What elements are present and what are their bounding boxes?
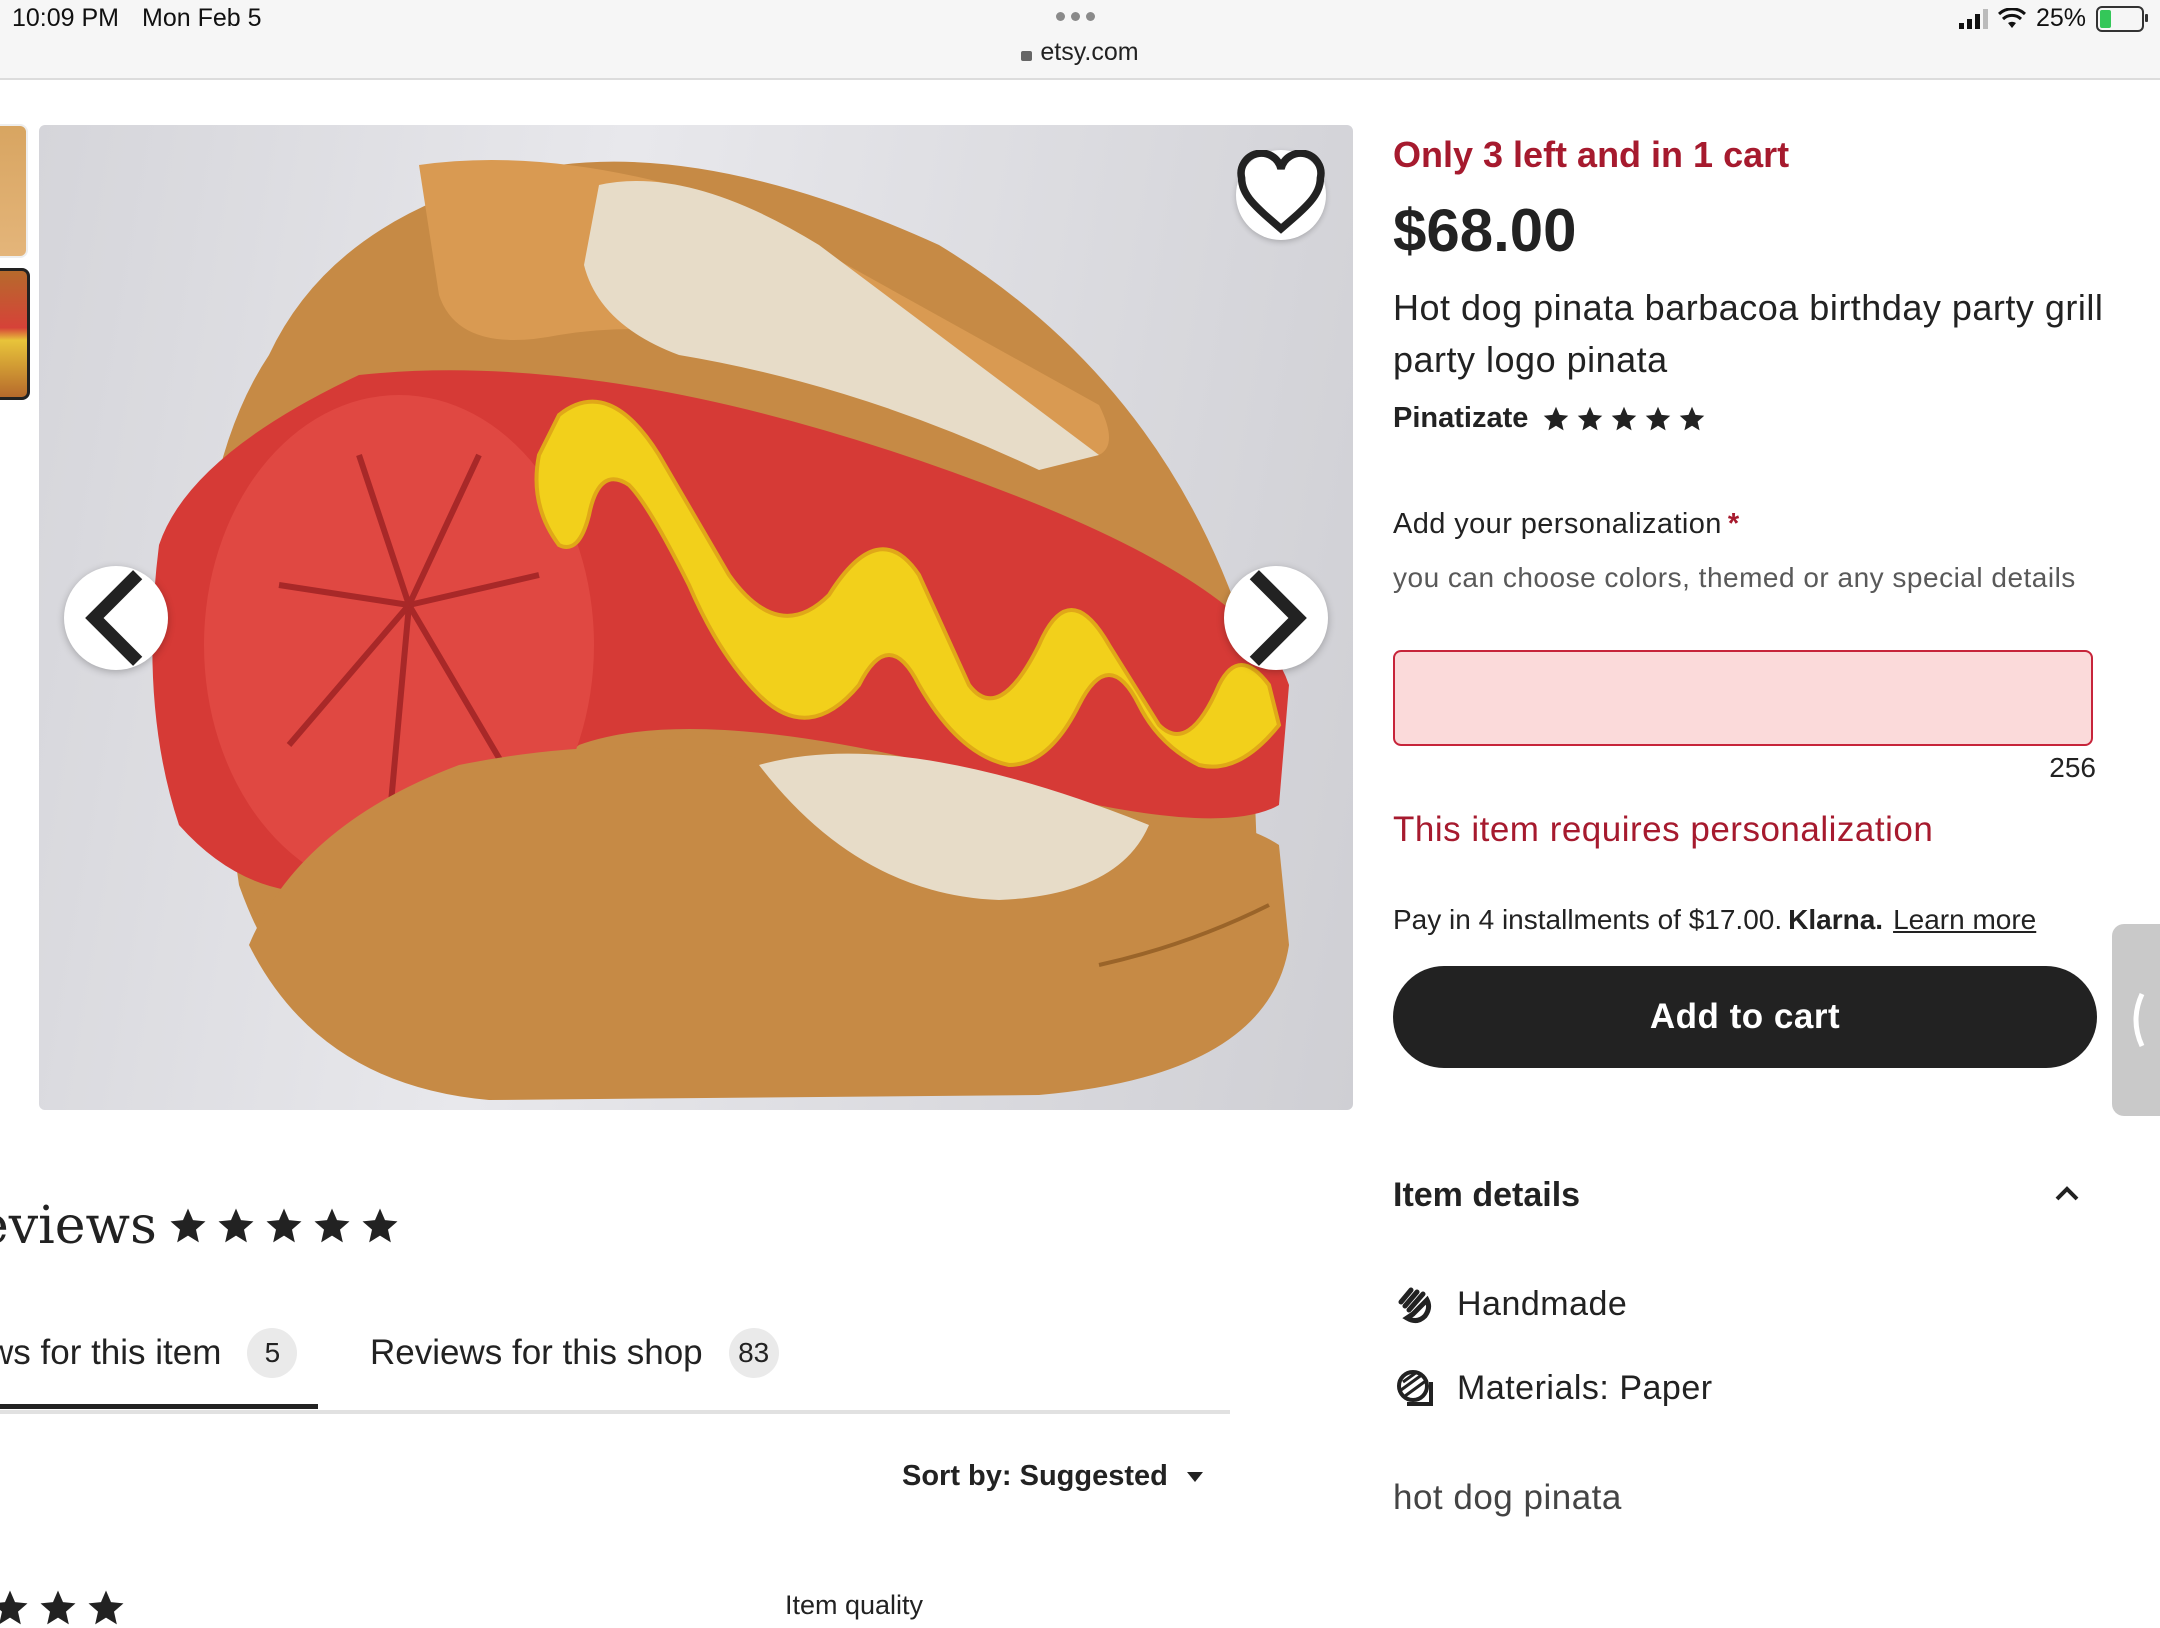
detail-handmade: Handmade: [1393, 1282, 1627, 1326]
product-price: $68.00: [1393, 197, 1577, 264]
caret-down-icon: [1186, 1471, 1203, 1482]
status-time: 10:09 PM: [12, 4, 120, 32]
battery-icon: [2096, 5, 2148, 32]
star-icon: [362, 1208, 398, 1243]
review-count-badge: 83: [728, 1328, 779, 1378]
url-text: etsy.com: [1040, 38, 1139, 66]
personalization-error: This item requires personalization: [1393, 810, 1934, 849]
lock-icon: [1021, 51, 1033, 61]
star-icon: [1680, 406, 1705, 430]
shop-name-link[interactable]: Pinatizate: [1393, 402, 1528, 435]
character-count: 256: [2049, 752, 2096, 783]
gallery-thumbnail-selected[interactable]: [0, 268, 30, 400]
reviews-rating-stars: [168, 1206, 400, 1246]
chevron-left-icon: [2133, 992, 2145, 1048]
product-image[interactable]: [39, 125, 1353, 1110]
status-indicators: 25%: [1958, 4, 2148, 33]
hand-icon: [1398, 1287, 1432, 1324]
address-bar[interactable]: etsy.com: [1000, 38, 1160, 67]
star-icon: [40, 1590, 76, 1625]
klarna-logo: Klarna.: [1788, 904, 1884, 935]
chevron-left-icon: [85, 570, 143, 666]
more-dots-icon[interactable]: [1056, 12, 1095, 21]
star-icon: [1646, 406, 1671, 430]
hot-dog-pinata-image: [152, 160, 1289, 1100]
star-icon: [88, 1590, 124, 1625]
star-icon: [0, 1590, 28, 1625]
item-details-header[interactable]: Item details: [1393, 1176, 1580, 1215]
tab-reviews-shop[interactable]: Reviews for this shop 83: [370, 1320, 779, 1386]
materials-icon: [1397, 1370, 1433, 1406]
next-image-button[interactable]: [1224, 566, 1328, 670]
star-icon: [266, 1208, 302, 1243]
sort-dropdown[interactable]: Sort by: Suggested: [902, 1460, 1204, 1493]
review-rating-stars: [0, 1588, 126, 1628]
product-title: Hot dog pinata barbacoa birthday party g…: [1393, 287, 2104, 380]
cellular-signal-icon: [1958, 8, 1988, 29]
stock-notice: Only 3 left and in 1 cart: [1393, 134, 1790, 175]
item-quality-label: Item quality: [785, 1590, 924, 1620]
wifi-icon: [1997, 7, 2026, 28]
star-icon: [1612, 406, 1637, 430]
review-count-badge: 5: [247, 1328, 298, 1378]
shop-rating-stars: [1542, 405, 1706, 433]
personalization-label: Add your personalization *: [1393, 508, 1740, 540]
detail-materials: Materials: Paper: [1393, 1366, 1713, 1410]
chevron-right-icon: [1249, 570, 1307, 666]
active-tab-indicator: [0, 1404, 318, 1409]
side-panel-handle[interactable]: [2112, 924, 2160, 1116]
star-icon: [1578, 406, 1603, 430]
star-icon: [170, 1208, 206, 1243]
status-bar: 10:09 PM Mon Feb 5 etsy.com 25%: [0, 0, 2160, 80]
learn-more-link[interactable]: Learn more: [1893, 904, 2036, 935]
status-date: Mon Feb 5: [142, 4, 262, 32]
tab-reviews-item[interactable]: ws for this item 5: [0, 1320, 298, 1386]
heart-icon: [1237, 150, 1325, 234]
chevron-up-icon[interactable]: [2054, 1184, 2080, 1202]
star-icon: [1544, 406, 1569, 430]
klarna-installments: Pay in 4 installments of $17.00. Klarna. L…: [1393, 904, 2037, 935]
personalization-help-text: you can choose colors, themed or any spe…: [1393, 562, 2076, 593]
shop-info: Pinatizate: [1393, 402, 1706, 435]
previous-image-button[interactable]: [64, 566, 168, 670]
gallery-thumbnail[interactable]: [0, 124, 28, 258]
required-asterisk: *: [1727, 508, 1740, 540]
personalization-input[interactable]: [1393, 650, 2093, 746]
star-icon: [218, 1208, 254, 1243]
favorite-button[interactable]: [1236, 150, 1326, 240]
battery-percent: 25%: [2035, 4, 2086, 32]
star-icon: [314, 1208, 350, 1243]
add-to-cart-button[interactable]: Add to cart: [1393, 966, 2097, 1068]
reviews-title: eviews: [0, 1196, 157, 1256]
reviews-tabs: ws for this item 5 Reviews for this shop…: [0, 1320, 1230, 1414]
tag-line: hot dog pinata: [1393, 1478, 1622, 1517]
